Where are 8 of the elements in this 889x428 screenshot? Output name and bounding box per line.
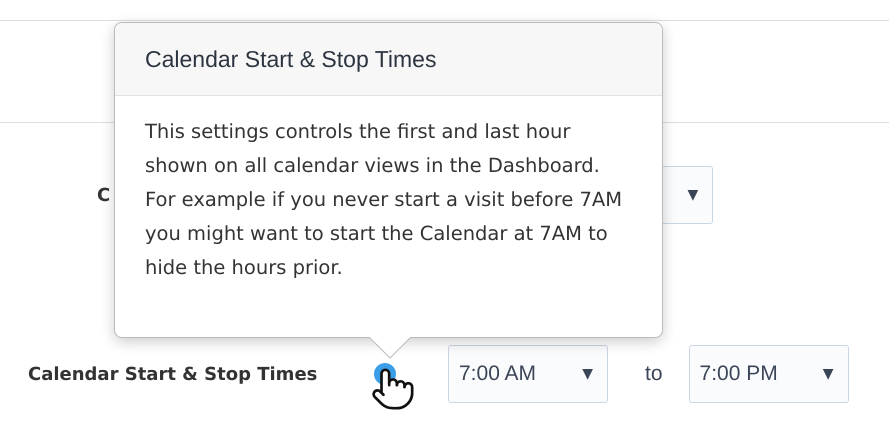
- field-label: C: [97, 184, 110, 206]
- time-select[interactable]: ▼: [662, 166, 714, 224]
- time-select[interactable]: 7:00 PM ▼: [688, 345, 849, 403]
- field-label: Calendar Start & Stop Times: [28, 364, 318, 384]
- popover-text: This settings controls the first and last hour shown on all calendar views in the Dashboard. For example if you never start a visit before 7AM you might want to start the Calendar at 7AM to hide the hours prior.: [145, 119, 623, 281]
- range-separator: to: [645, 362, 663, 386]
- popover-title: Calendar Start & Stop Times: [145, 46, 436, 72]
- time-select[interactable]: 7:00 AM ▼: [448, 345, 608, 403]
